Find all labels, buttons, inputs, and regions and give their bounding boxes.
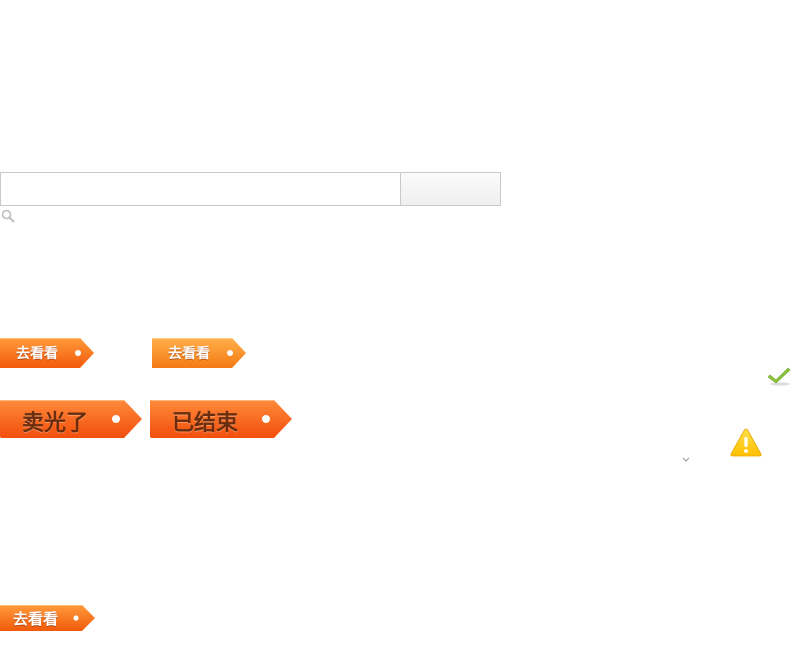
ended-label: 已结束 (172, 411, 239, 436)
go-look-button[interactable]: 去看看 (152, 338, 246, 368)
search-icon (1, 208, 15, 223)
search-button[interactable] (400, 172, 501, 206)
go-look-button[interactable]: 去看看 (0, 605, 95, 631)
check-icon (767, 366, 792, 386)
go-look-label: 去看看 (13, 610, 59, 628)
sold-out-label: 卖光了 (22, 411, 89, 436)
search-input[interactable] (0, 172, 400, 206)
go-look-button[interactable]: 去看看 (0, 338, 94, 368)
chevron-down-icon (681, 449, 691, 462)
ended-tag: 已结束 (150, 400, 292, 438)
go-look-label: 去看看 (16, 346, 58, 362)
warning-icon (730, 428, 762, 457)
sold-out-tag: 卖光了 (0, 400, 142, 438)
go-look-label: 去看看 (168, 346, 210, 362)
